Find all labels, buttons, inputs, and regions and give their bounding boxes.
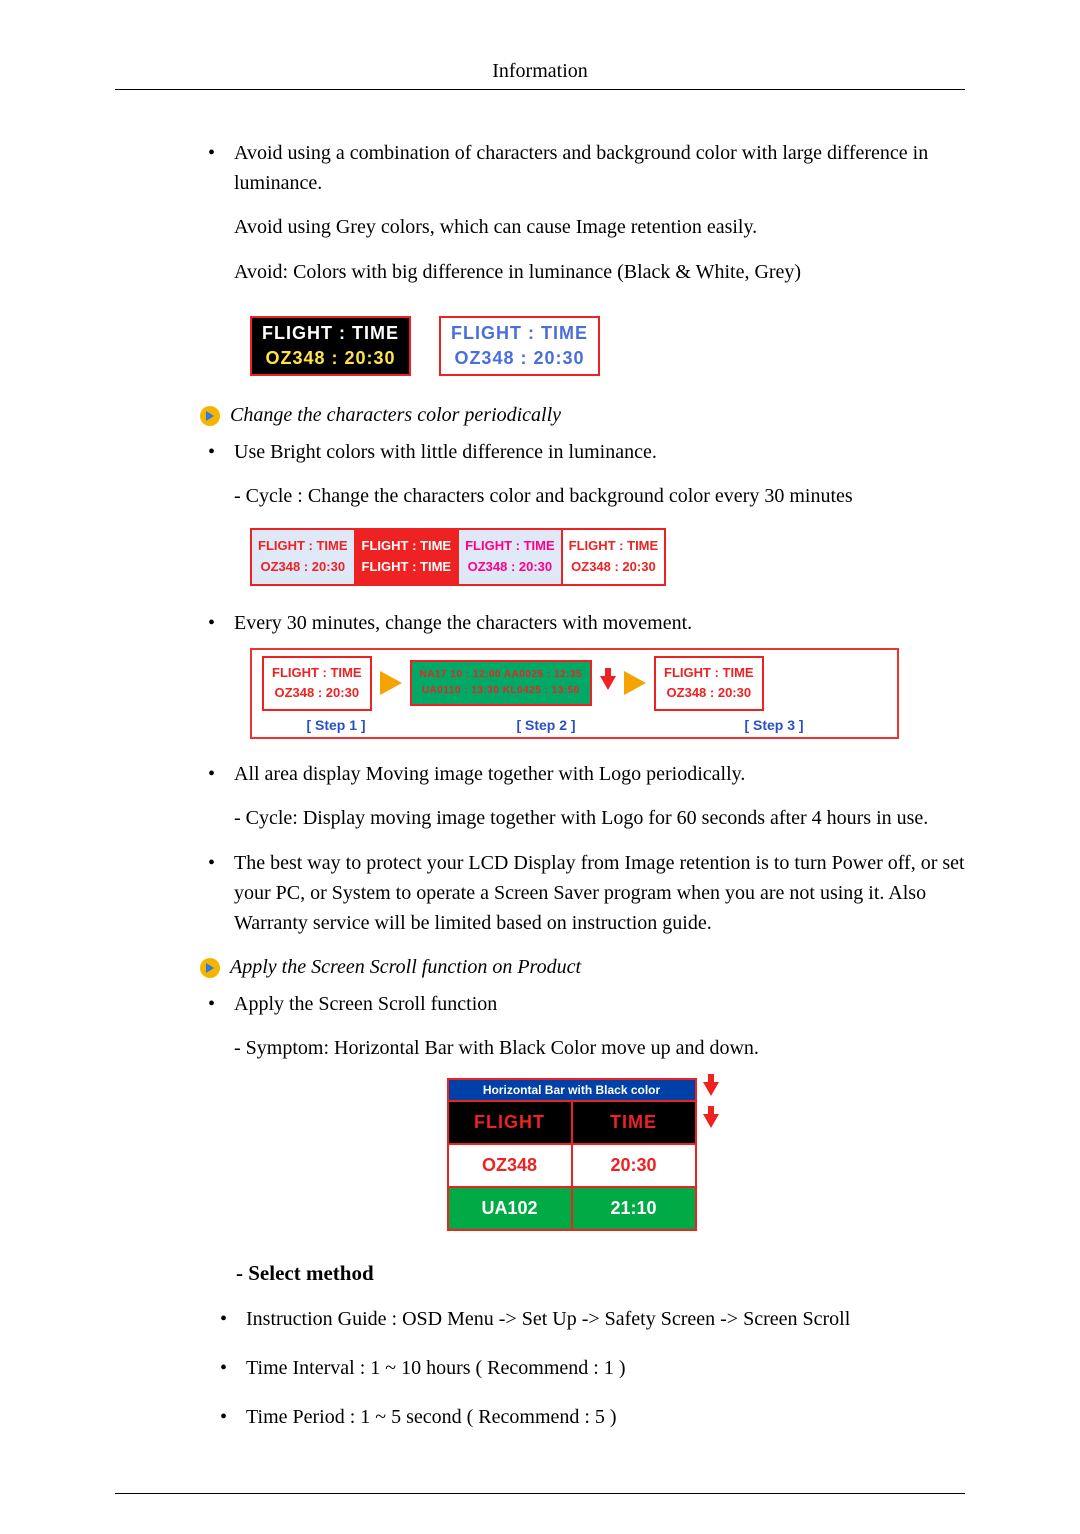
cell-line2: OZ348 : 20:30 — [465, 557, 555, 578]
cell-line1: FLIGHT : TIME — [569, 536, 659, 557]
figure-steps: FLIGHT : TIME OZ348 : 20:30 NA17 10 : 12… — [250, 648, 899, 740]
figure-horizontal-bar: Horizontal Bar with Black color FLIGHT T… — [447, 1078, 719, 1231]
hbar-cell: UA102 — [449, 1186, 573, 1229]
para-cycle-30min: - Cycle : Change the characters color an… — [200, 481, 965, 512]
bullet-movement: Every 30 minutes, change the characters … — [200, 608, 965, 638]
section-title: Change the characters color periodically — [230, 404, 561, 427]
cycle-cell-3: FLIGHT : TIME OZ348 : 20:30 — [459, 530, 563, 584]
step3-label: [ Step 3 ] — [700, 717, 848, 733]
hbar-cell: 20:30 — [573, 1143, 695, 1186]
figure-color-cycle: FLIGHT : TIME OZ348 : 20:30 FLIGHT : TIM… — [250, 528, 666, 586]
bullet-apply-scroll: Apply the Screen Scroll function — [200, 989, 965, 1019]
example-panel-good: FLIGHT : TIME OZ348 : 20:30 — [439, 316, 600, 376]
section-title: Apply the Screen Scroll function on Prod… — [230, 956, 581, 979]
panel-line1: NA17 10 : 12:00 AA0025 : 12:35 — [420, 667, 583, 683]
cell-line2: FLIGHT : TIME — [362, 557, 452, 578]
panel-line2: OZ348 : 20:30 — [272, 683, 362, 704]
panel-line2: OZ348 : 20:30 — [664, 683, 754, 704]
example-panel-bad: FLIGHT : TIME OZ348 : 20:30 — [250, 316, 411, 376]
arrow-right-icon — [624, 671, 646, 695]
arrow-bullet-icon — [200, 958, 220, 978]
hbar-cell: 21:10 — [573, 1186, 695, 1229]
bullet-best-way: The best way to protect your LCD Display… — [200, 848, 965, 938]
step1-panel: FLIGHT : TIME OZ348 : 20:30 — [262, 656, 372, 712]
step3-panel: FLIGHT : TIME OZ348 : 20:30 — [654, 656, 764, 712]
figure-luminance-examples: FLIGHT : TIME OZ348 : 20:30 FLIGHT : TIM… — [250, 316, 965, 376]
hbar-head-flight: FLIGHT — [449, 1100, 573, 1143]
bullet-moving-image-logo: All area display Moving image together w… — [200, 759, 965, 789]
panel-line2: OZ348 : 20:30 — [451, 348, 588, 369]
panel-line1: FLIGHT : TIME — [262, 323, 399, 344]
arrow-bullet-icon — [200, 406, 220, 426]
method-time-interval: Time Interval : 1 ~ 10 hours ( Recommend… — [200, 1353, 965, 1384]
panel-line1: FLIGHT : TIME — [664, 663, 754, 684]
cell-line1: FLIGHT : TIME — [465, 536, 555, 557]
panel-line1: FLIGHT : TIME — [272, 663, 362, 684]
method-time-period: Time Period : 1 ~ 5 second ( Recommend :… — [200, 1402, 965, 1433]
cycle-cell-2: FLIGHT : TIME FLIGHT : TIME — [356, 530, 460, 584]
cycle-cell-4: FLIGHT : TIME OZ348 : 20:30 — [563, 530, 665, 584]
cell-line2: OZ348 : 20:30 — [569, 557, 659, 578]
cell-line1: FLIGHT : TIME — [362, 536, 452, 557]
step2-label: [ Step 2 ] — [456, 717, 636, 733]
para-grey-warning: Avoid using Grey colors, which can cause… — [200, 212, 965, 243]
arrow-right-icon — [380, 671, 402, 695]
select-method-heading: - Select method — [236, 1261, 965, 1286]
cycle-cell-1: FLIGHT : TIME OZ348 : 20:30 — [252, 530, 356, 584]
cell-line1: FLIGHT : TIME — [258, 536, 348, 557]
page-header-title: Information — [115, 60, 965, 90]
para-symptom: - Symptom: Horizontal Bar with Black Col… — [200, 1033, 965, 1064]
bullet-luminance-combo: Avoid using a combination of characters … — [200, 138, 965, 198]
para-cycle-60s: - Cycle: Display moving image together w… — [200, 803, 965, 834]
panel-line1: FLIGHT : TIME — [451, 323, 588, 344]
section-change-colors: Change the characters color periodically — [200, 404, 965, 427]
arrow-down-icon — [703, 1114, 719, 1128]
panel-line2: UA0110 : 13:30 KL0425 : 13:50 — [420, 683, 583, 699]
para-avoid-colors: Avoid: Colors with big difference in lum… — [200, 257, 965, 288]
bullet-bright-colors: Use Bright colors with little difference… — [200, 437, 965, 467]
footer-rule — [115, 1493, 965, 1494]
section-screen-scroll: Apply the Screen Scroll function on Prod… — [200, 956, 965, 979]
hbar-head-time: TIME — [573, 1100, 695, 1143]
content-area: Avoid using a combination of characters … — [115, 138, 965, 1433]
cell-line2: OZ348 : 20:30 — [258, 557, 348, 578]
hbar-caption: Horizontal Bar with Black color — [449, 1080, 695, 1100]
method-instruction-guide: Instruction Guide : OSD Menu -> Set Up -… — [200, 1304, 965, 1335]
arrow-down-icon — [600, 676, 616, 690]
hbar-cell: OZ348 — [449, 1143, 573, 1186]
step2-panel: NA17 10 : 12:00 AA0025 : 12:35 UA0110 : … — [410, 660, 593, 706]
step1-label: [ Step 1 ] — [262, 717, 410, 733]
arrow-down-icon — [703, 1082, 719, 1096]
panel-line2: OZ348 : 20:30 — [262, 348, 399, 369]
